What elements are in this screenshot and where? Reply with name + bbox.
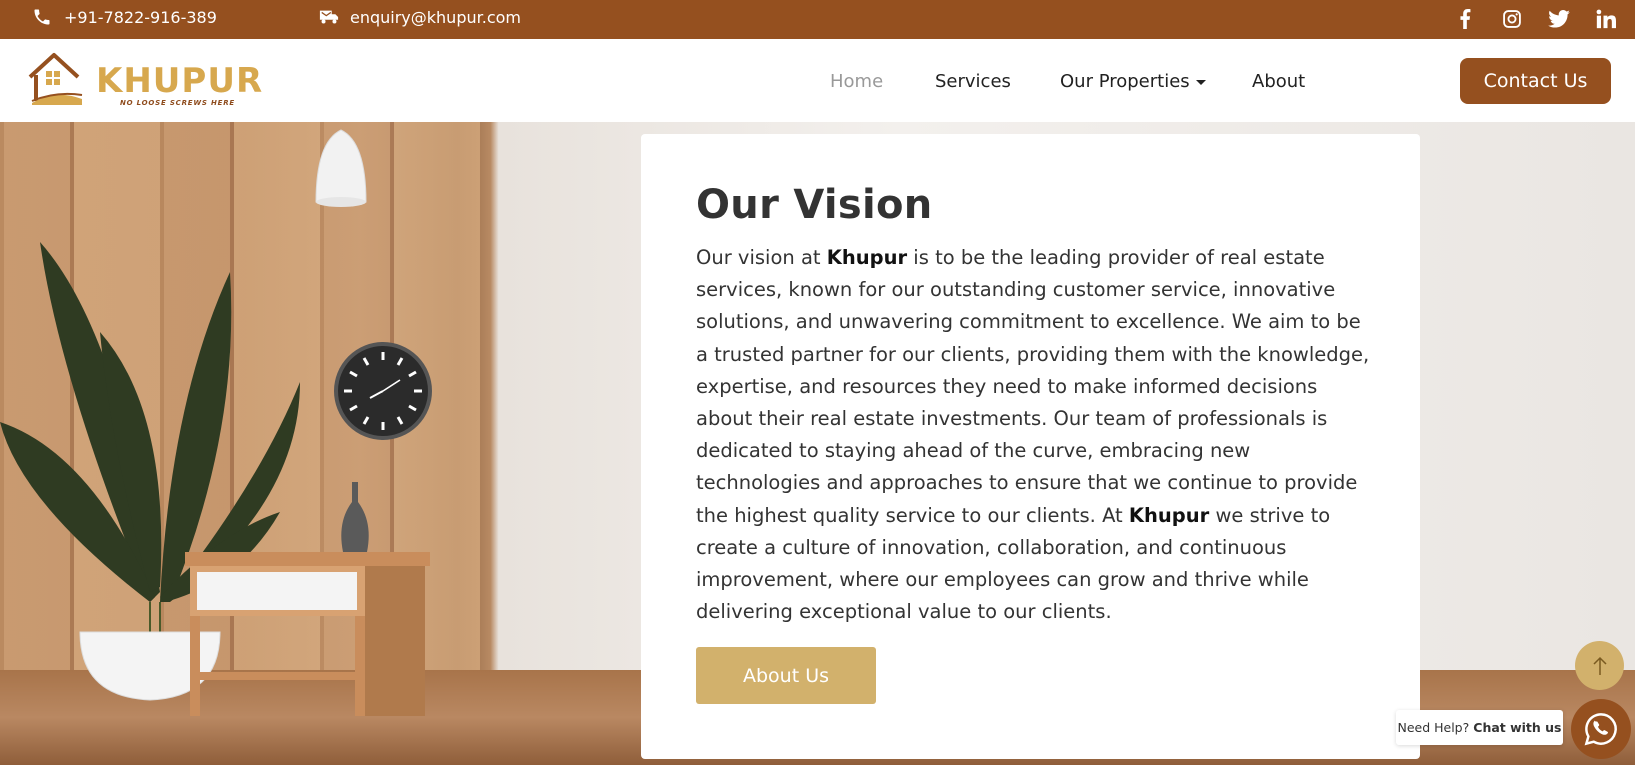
phone-contact[interactable]: +91-7822-916-389 <box>32 7 217 27</box>
instagram-icon[interactable] <box>1501 8 1523 30</box>
nav-about[interactable]: About <box>1252 71 1305 92</box>
social-links <box>1454 8 1617 30</box>
vision-title: Our Vision <box>696 182 933 228</box>
nav-home[interactable]: Home <box>830 71 883 92</box>
wall-clock-image <box>334 342 432 440</box>
whatsapp-icon <box>1584 713 1617 746</box>
main-navbar: KHUPUR NO LOOSE SCREWS HERE Home Service… <box>0 39 1635 122</box>
mail-truck-icon <box>319 10 339 24</box>
whatsapp-chat-button[interactable] <box>1571 699 1631 759</box>
vision-text: Our vision at Khupur is to be the leadin… <box>696 242 1376 628</box>
email-address[interactable]: enquiry@khupur.com <box>350 8 521 27</box>
nav-our-properties-label: Our Properties <box>1060 71 1190 92</box>
hero-section: Our Vision Our vision at Khupur is to be… <box>0 122 1635 765</box>
site-logo[interactable]: KHUPUR NO LOOSE SCREWS HERE <box>26 49 262 111</box>
top-bar: +91-7822-916-389 enquiry@khupur.com <box>0 0 1635 39</box>
vision-text-part: is to be the leading provider of real es… <box>696 246 1370 527</box>
contact-us-button[interactable]: Contact Us <box>1460 58 1611 104</box>
side-table-image <box>185 552 430 716</box>
email-contact[interactable]: enquiry@khupur.com <box>318 7 521 27</box>
chat-with-us-label: Chat with us <box>1473 720 1562 735</box>
vase-image <box>341 482 369 555</box>
logo-tagline: NO LOOSE SCREWS HERE <box>120 99 235 107</box>
chat-help-pill[interactable]: Need Help? Chat with us <box>1396 710 1563 745</box>
facebook-icon[interactable] <box>1454 8 1476 30</box>
arrow-up-icon <box>1592 656 1607 675</box>
brand-name: Khupur <box>1128 503 1210 527</box>
house-logo-icon <box>28 53 83 105</box>
scroll-to-top-button[interactable] <box>1575 641 1624 690</box>
logo-wordmark: KHUPUR <box>96 61 264 101</box>
brand-name: Khupur <box>826 246 908 269</box>
twitter-icon[interactable] <box>1548 8 1570 30</box>
caret-down-icon <box>1195 79 1206 85</box>
phone-icon <box>34 9 50 25</box>
vision-text-part: Our vision at <box>696 246 827 269</box>
vision-card: Our Vision Our vision at Khupur is to be… <box>641 134 1420 759</box>
about-us-button[interactable]: About Us <box>696 647 876 704</box>
phone-number[interactable]: +91-7822-916-389 <box>64 8 217 27</box>
need-help-label: Need Help? <box>1397 720 1470 735</box>
linkedin-icon[interactable] <box>1595 8 1617 30</box>
nav-our-properties[interactable]: Our Properties <box>1060 71 1206 92</box>
nav-services[interactable]: Services <box>935 71 1011 92</box>
